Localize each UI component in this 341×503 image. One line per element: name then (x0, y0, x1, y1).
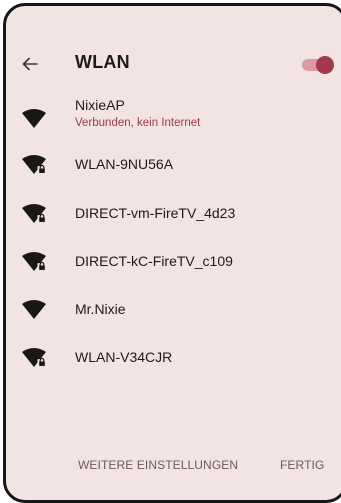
wifi-signal-icon (22, 300, 46, 319)
more-settings-button[interactable]: WEITERE EINSTELLUNGEN (78, 458, 238, 472)
network-name: DIRECT-vm-FireTV_4d23 (75, 205, 236, 221)
network-item-mr-nixie[interactable]: Mr.Nixie (6, 295, 341, 341)
page-title: WLAN (75, 52, 130, 72)
dialog-footer: WEITERE EINSTELLUNGEN FERTIG (6, 458, 341, 478)
wlan-toggle[interactable] (300, 56, 334, 74)
network-status: Verbunden, kein Internet (75, 117, 201, 129)
done-button[interactable]: FERTIG (280, 458, 324, 472)
wifi-signal-icon (22, 109, 46, 128)
network-item-nixieap[interactable]: NixieAP Verbunden, kein Internet (6, 96, 341, 142)
network-item-direct-vm-firetv[interactable]: DIRECT-vm-FireTV_4d23 (6, 199, 341, 245)
back-button[interactable] (19, 53, 41, 75)
network-item-wlan-9nu56a[interactable]: WLAN-9NU56A (6, 150, 341, 196)
network-name: WLAN-V34CJR (75, 349, 173, 365)
phone-screen: WLAN NixieAP Verbunden, kein Internet WL… (0, 0, 341, 503)
network-item-wlan-v34cjr[interactable]: WLAN-V34CJR (6, 343, 341, 389)
network-name: DIRECT-kC-FireTV_c109 (75, 253, 233, 269)
wifi-lock-icon (22, 252, 47, 271)
arrow-left-icon (22, 57, 38, 71)
wifi-lock-icon (22, 155, 47, 174)
wlan-dialog: WLAN NixieAP Verbunden, kein Internet WL… (3, 3, 341, 503)
network-item-direct-kc-firetv[interactable]: DIRECT-kC-FireTV_c109 (6, 247, 341, 293)
network-name: WLAN-9NU56A (75, 156, 174, 172)
toggle-thumb (316, 56, 334, 74)
wlan-header: WLAN (6, 44, 341, 84)
wifi-lock-icon (22, 348, 47, 367)
network-name: Mr.Nixie (75, 301, 126, 317)
network-name: NixieAP (75, 97, 125, 113)
wifi-lock-icon (22, 204, 47, 223)
